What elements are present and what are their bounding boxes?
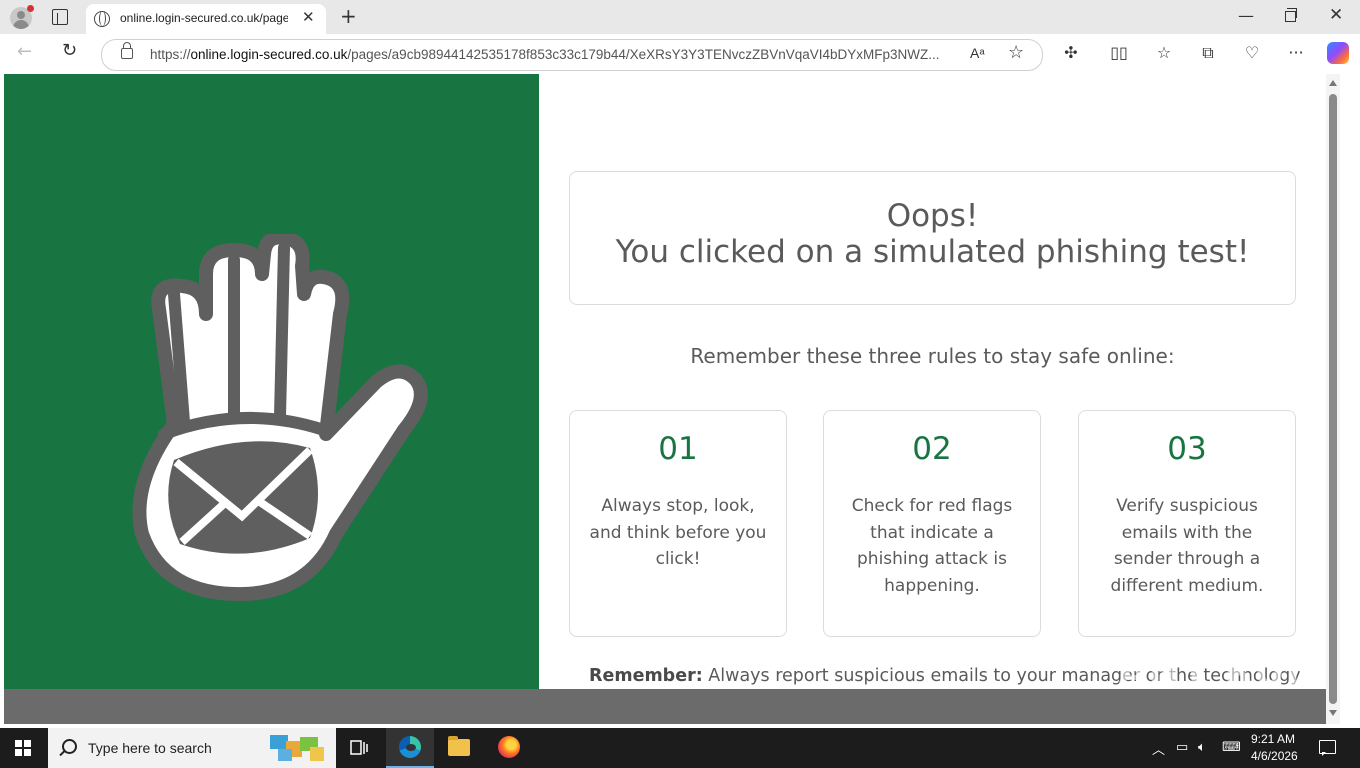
windows-taskbar: Type here to search ︿ ▭ 🔈︎ ⌨︎ 9:21 AM 4/… [0, 728, 1360, 768]
file-explorer-icon[interactable] [448, 736, 470, 756]
address-bar[interactable]: https://online.login-secured.co.uk/pages… [101, 39, 1043, 71]
oops-card: Oops! You clicked on a simulated phishin… [569, 171, 1296, 305]
split-screen-icon[interactable]: ▯▯ [1108, 42, 1130, 64]
input-icon[interactable]: ⌨︎ [1222, 739, 1241, 755]
volume-icon[interactable]: 🔈︎ [1198, 739, 1206, 755]
clock-date[interactable]: 4/6/2026 [1251, 749, 1298, 763]
rule-number: 02 [912, 431, 952, 467]
hero-panel [4, 74, 539, 689]
search-highlight-icon [270, 735, 324, 761]
search-placeholder: Type here to search [88, 740, 212, 756]
clock-time[interactable]: 9:21 AM [1251, 732, 1295, 746]
windows-start-icon[interactable] [15, 740, 31, 756]
edge-icon [399, 736, 421, 758]
tab-title: online.login-secured.co.uk/pages/a9cb989… [120, 11, 288, 25]
search-icon [62, 739, 77, 754]
copilot-icon[interactable] [1327, 42, 1349, 64]
url-prefix: https:// [150, 47, 191, 62]
minimize-button[interactable]: — [1238, 6, 1254, 25]
taskbar-edge-app[interactable] [386, 728, 434, 768]
rule-number: 03 [1167, 431, 1207, 467]
main-content: Oops! You clicked on a simulated phishin… [539, 74, 1340, 724]
notification-icon[interactable] [1319, 740, 1336, 756]
favorite-star-icon[interactable]: ☆ [1008, 42, 1024, 63]
hand-mail-icon [132, 234, 428, 602]
rules-heading: Remember these three rules to stay safe … [690, 344, 1175, 368]
network-icon[interactable]: ▭ [1176, 739, 1188, 755]
globe-icon [94, 11, 110, 27]
browser-tab-active[interactable]: online.login-secured.co.uk/pages/a9cb989… [86, 4, 326, 34]
restore-button[interactable] [1285, 8, 1297, 22]
close-window-button[interactable]: ✕ [1329, 5, 1343, 25]
browser-title-bar: online.login-secured.co.uk/pages/a9cb989… [0, 0, 1360, 34]
rule-text: Always stop, look, and think before you … [589, 496, 767, 569]
rule-card: 03 Verify suspicious emails with the sen… [1078, 410, 1296, 637]
rule-text: Check for red flags that indicate a phis… [851, 496, 1013, 596]
rule-card: 01 Always stop, look, and think before y… [569, 410, 787, 637]
back-icon[interactable]: ← [17, 41, 32, 62]
url-host: online.login-secured.co.uk [190, 47, 348, 62]
firefox-icon[interactable] [498, 736, 520, 758]
taskbar-search-box[interactable]: Type here to search [48, 728, 336, 768]
read-aloud-icon[interactable]: Aᵃ [970, 45, 985, 61]
lock-icon[interactable] [121, 42, 133, 59]
collections-icon[interactable]: ⧉ [1197, 42, 1219, 64]
tray-chevron-icon[interactable]: ︿ [1152, 739, 1165, 758]
watermark: ANY RUN [1118, 650, 1319, 694]
web-page: Oops! You clicked on a simulated phishin… [4, 74, 1340, 724]
close-icon[interactable]: ✕ [302, 8, 315, 26]
reminder-label: Remember: [589, 666, 703, 686]
footer-bar [4, 689, 1340, 724]
more-icon[interactable]: ··· [1285, 42, 1307, 64]
tab-actions-icon[interactable] [52, 9, 68, 25]
browser-toolbar: ← ↻ https://online.login-secured.co.uk/p… [0, 34, 1360, 74]
profile-notification-badge [27, 5, 34, 12]
plus-icon[interactable]: + [340, 4, 357, 28]
oops-title: Oops! [886, 198, 979, 234]
vertical-scrollbar[interactable] [1326, 74, 1340, 724]
favorites-icon[interactable]: ☆ [1153, 42, 1175, 64]
scroll-down-icon[interactable] [1329, 710, 1337, 716]
oops-subtitle: You clicked on a simulated phishing test… [615, 234, 1250, 270]
url-text[interactable]: https://online.login-secured.co.uk/pages… [150, 47, 946, 62]
scroll-thumb[interactable] [1329, 94, 1337, 704]
reload-icon[interactable]: ↻ [62, 40, 77, 61]
browser-essentials-icon[interactable]: ♡ [1241, 42, 1263, 64]
extensions-icon[interactable]: ✣ [1060, 42, 1082, 64]
scroll-up-icon[interactable] [1329, 80, 1337, 86]
url-path: /pages/a9cb98944142535178f853c33c179b44/… [347, 47, 940, 62]
task-view-icon[interactable] [350, 740, 368, 756]
rule-number: 01 [658, 431, 698, 467]
rule-text: Verify suspicious emails with the sender… [1110, 496, 1264, 596]
rule-card: 02 Check for red flags that indicate a p… [823, 410, 1041, 637]
